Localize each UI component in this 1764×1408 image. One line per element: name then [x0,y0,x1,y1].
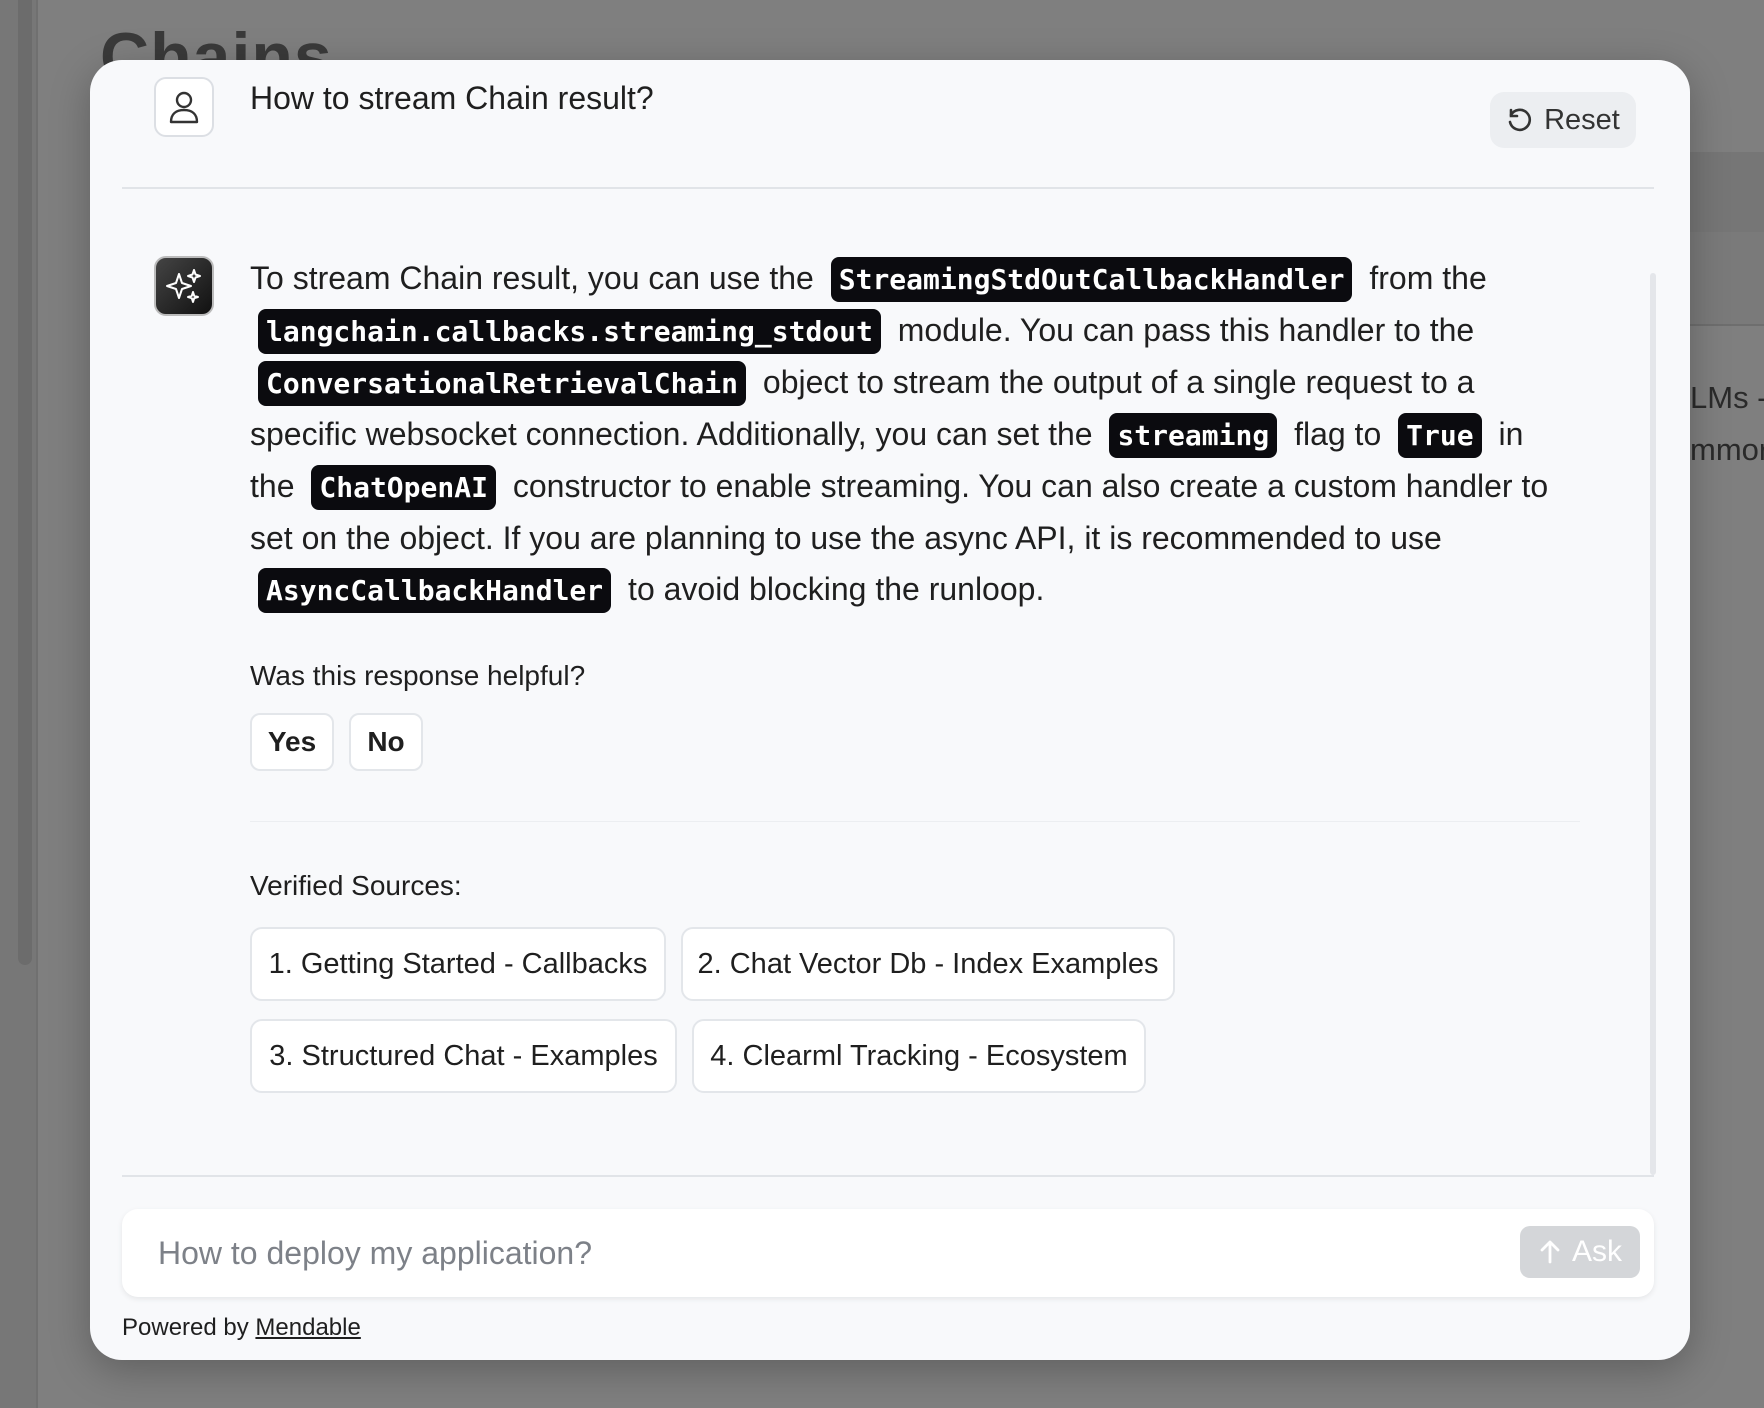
inline-code: ConversationalRetrievalChain [258,361,747,406]
inline-code: streaming [1109,413,1278,458]
feedback-no-button[interactable]: No [349,713,423,771]
background-scrollbar [18,0,32,965]
user-icon [169,91,199,124]
inline-code: True [1398,413,1482,458]
powered-by: Powered by Mendable [122,1314,361,1342]
arrow-up-icon [1540,1240,1560,1264]
source-link[interactable]: 2. Chat Vector Db - Index Examples [681,927,1175,1001]
sources-title: Verified Sources: [250,870,462,901]
reset-label: Reset [1544,103,1620,136]
feedback-question: Was this response helpful? [250,660,586,691]
powered-by-label: Powered by [122,1314,249,1341]
reset-button[interactable]: Reset [1490,92,1636,148]
source-link[interactable]: 1. Getting Started - Callbacks [250,927,666,1001]
feedback-yes-button[interactable]: Yes [250,713,334,771]
reset-icon [1508,108,1532,132]
mendable-link[interactable]: Mendable [255,1314,360,1341]
inline-code: AsyncCallbackHandler [258,568,612,613]
source-link[interactable]: 4. Clearml Tracking - Ecosystem [692,1019,1146,1093]
answer-text: module. You can pass this handler to the [897,312,1475,348]
sources-divider [250,821,1580,822]
source-link[interactable]: 3. Structured Chat - Examples [250,1019,677,1093]
background-divider [36,0,38,1408]
ask-box: Ask [122,1209,1654,1297]
input-divider [122,1175,1654,1177]
inline-code: langchain.callbacks.streaming_stdout [258,309,881,354]
inline-code: ChatOpenAI [311,465,496,510]
user-question: How to stream Chain result? [250,80,654,116]
background-panel-lower [1690,232,1764,326]
question-input[interactable] [122,1209,1502,1297]
inline-code: StreamingStdOutCallbackHandler [830,257,1353,302]
header-divider [122,187,1654,189]
ask-button[interactable]: Ask [1520,1226,1640,1278]
answer-text: to avoid blocking the runloop. [628,571,1045,607]
user-avatar [154,77,214,137]
answer-text: To stream Chain result, you can use the [250,260,814,296]
ask-label: Ask [1571,1235,1622,1268]
background-sidebar [0,0,36,1408]
background-text-2: mmor [1690,432,1764,467]
background-text-1: LMs - [1690,380,1764,415]
search-chat-modal: How to stream Chain result? Reset To str… [90,60,1690,1360]
assistant-avatar [154,256,214,316]
answer-text: from the [1369,260,1487,296]
sparkles-icon [166,269,201,303]
chat-scrollbar[interactable] [1650,273,1656,1175]
assistant-answer: To stream Chain result, you can use the … [250,253,1550,616]
answer-text: flag to [1294,416,1382,452]
background-panel [1690,152,1764,232]
